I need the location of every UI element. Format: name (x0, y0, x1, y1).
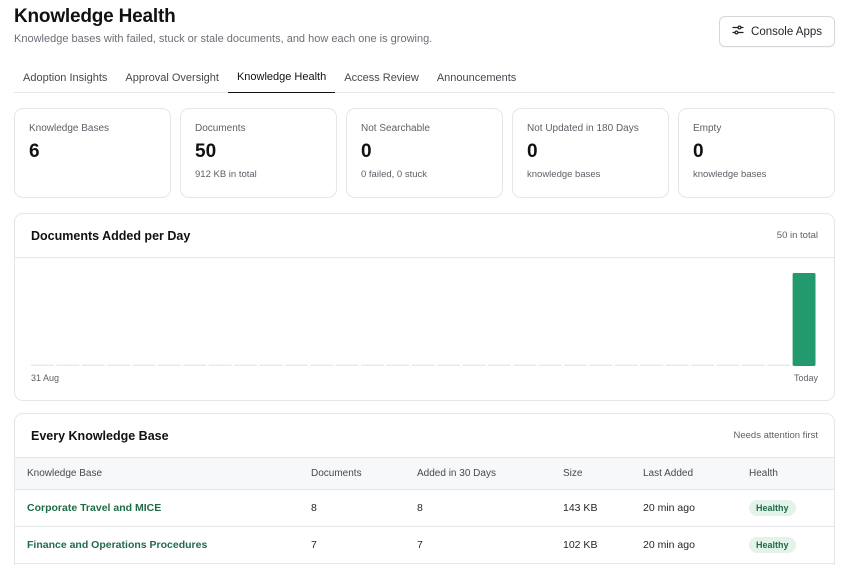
chart-bar (81, 364, 105, 366)
stat-card-documents: Documents 50 912 KB in total (180, 108, 337, 198)
sliders-icon (732, 24, 744, 39)
chart-bar (437, 364, 461, 366)
stat-card-not-searchable: Not Searchable 0 0 failed, 0 stuck (346, 108, 503, 198)
chart-bar (31, 364, 54, 366)
chart-bar (132, 364, 156, 366)
chart-bar (487, 364, 511, 366)
chart-bar (741, 364, 765, 366)
stat-card-knowledge-bases: Knowledge Bases 6 (14, 108, 171, 198)
table-row[interactable]: Corporate Travel and MICE 8 8 143 KB 20 … (15, 489, 834, 527)
chart-total: 50 in total (776, 230, 818, 241)
chart-bar (564, 364, 588, 366)
stat-sub: 0 failed, 0 stuck (361, 169, 428, 180)
console-apps-label: Console Apps (751, 25, 822, 38)
chart-bar (665, 364, 689, 366)
chart-bar (234, 364, 257, 366)
chart-bar (386, 364, 410, 366)
x-tick-first: 31 Aug (31, 373, 60, 383)
chart-bar (157, 364, 181, 366)
chart-bar (691, 364, 714, 366)
tab-announcements[interactable]: Announcements (428, 62, 526, 93)
health-badge: Healthy (749, 499, 796, 516)
column-header-knowledge-base[interactable]: Knowledge Base (15, 458, 299, 490)
stat-label: Documents (195, 123, 246, 134)
knowledge-base-table: Knowledge Base Documents Added in 30 Day… (15, 458, 834, 564)
chart-bar (767, 364, 791, 366)
chart-bar (56, 364, 80, 366)
tab-adoption-insights[interactable]: Adoption Insights (14, 62, 116, 93)
stat-sub: knowledge bases (693, 169, 767, 180)
chart-bar (310, 364, 334, 366)
chart-bar (259, 364, 283, 366)
chart-bar (589, 364, 613, 366)
chart-bar (107, 364, 131, 366)
chart-bar (614, 364, 638, 366)
stat-sub: 912 KB in total (195, 169, 257, 180)
documents-count: 7 (299, 526, 405, 564)
documents-count: 8 (299, 489, 405, 527)
table-title: Every Knowledge Base (31, 428, 169, 443)
stat-value: 0 (361, 141, 372, 162)
chart-bar (411, 364, 435, 366)
chart-bar (183, 364, 207, 366)
knowledge-base-table-panel: Every Knowledge Base Needs attention fir… (14, 413, 835, 565)
stat-sub: knowledge bases (527, 169, 601, 180)
chart-bar (513, 364, 537, 366)
stat-value: 0 (527, 141, 538, 162)
knowledge-base-link[interactable]: Finance and Operations Procedures (27, 539, 207, 551)
column-header-health[interactable]: Health (737, 458, 834, 490)
stat-label: Not Updated in 180 Days (527, 123, 639, 134)
stat-value: 6 (29, 141, 40, 162)
chart-area: 31 Aug Today (15, 258, 834, 400)
tab-bar: Adoption Insights Approval Oversight Kno… (14, 62, 835, 93)
chart-bar (462, 364, 486, 366)
table-row[interactable]: Finance and Operations Procedures 7 7 10… (15, 526, 834, 564)
chart-bar (208, 364, 232, 366)
chart-bar (538, 364, 562, 366)
chart-bar (716, 364, 740, 366)
page-subtitle: Knowledge bases with failed, stuck or st… (14, 33, 433, 45)
console-apps-button[interactable]: Console Apps (719, 16, 835, 47)
tab-access-review[interactable]: Access Review (335, 62, 428, 93)
stat-label: Empty (693, 123, 722, 134)
stat-value: 0 (693, 141, 704, 162)
chart-bar (335, 364, 359, 366)
tab-knowledge-health[interactable]: Knowledge Health (227, 62, 336, 93)
health-badge: Healthy (749, 536, 796, 553)
column-header-documents[interactable]: Documents (299, 458, 405, 490)
last-added-value: 20 min ago (631, 526, 737, 564)
chart-bar (284, 364, 308, 366)
column-header-added[interactable]: Added in 30 Days (405, 458, 551, 490)
column-header-size[interactable]: Size (551, 458, 631, 490)
stat-card-not-updated: Not Updated in 180 Days 0 knowledge base… (512, 108, 669, 198)
last-added-value: 20 min ago (631, 489, 737, 527)
table-header-row: Knowledge Base Documents Added in 30 Day… (15, 458, 834, 490)
added-count: 7 (405, 526, 551, 564)
stat-value: 50 (195, 141, 217, 162)
knowledge-base-link[interactable]: Corporate Travel and MICE (27, 502, 161, 514)
table-sort-hint: Needs attention first (733, 430, 819, 441)
chart-title: Documents Added per Day (31, 228, 191, 243)
x-tick-last: Today (793, 373, 818, 383)
stat-label: Knowledge Bases (29, 123, 110, 134)
stat-label: Not Searchable (361, 123, 430, 134)
documents-bar-chart (31, 273, 816, 366)
size-value: 143 KB (551, 489, 631, 527)
chart-bar (361, 364, 384, 366)
stat-card-empty: Empty 0 knowledge bases (678, 108, 835, 198)
column-header-last-added[interactable]: Last Added (631, 458, 737, 490)
page-title: Knowledge Health (14, 6, 176, 27)
size-value: 102 KB (551, 526, 631, 564)
added-count: 8 (405, 489, 551, 527)
documents-chart-panel: Documents Added per Day 50 in total 31 A… (14, 213, 835, 401)
chart-bar (792, 273, 816, 366)
tab-approval-oversight[interactable]: Approval Oversight (116, 62, 228, 93)
chart-bar (640, 364, 664, 366)
